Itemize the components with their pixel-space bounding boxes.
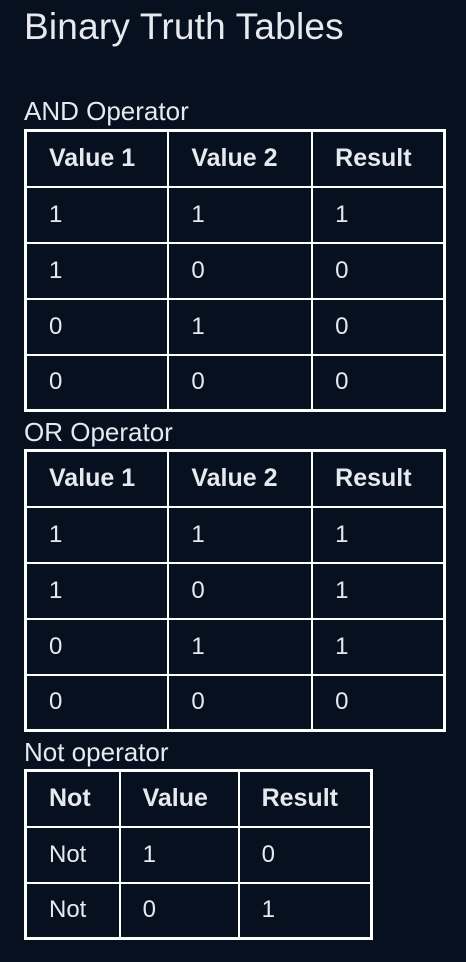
or-truth-table: Value 1 Value 2 Result 1 1 1 1 0 1 0 1 1 — [24, 449, 446, 732]
table-cell: 0 — [24, 353, 170, 412]
column-header: Value 1 — [24, 449, 170, 508]
table-row: 1 0 0 — [24, 241, 446, 300]
not-truth-table: Not Value Result Not 1 0 Not 0 1 — [24, 769, 373, 940]
table-row: 0 0 0 — [24, 353, 446, 412]
table-cell: 0 — [167, 241, 314, 300]
page-title: Binary Truth Tables — [24, 6, 344, 47]
page: Binary Truth Tables AND Operator Value 1… — [0, 0, 466, 962]
table-row: 1 1 1 — [24, 505, 446, 564]
table-header-row: Value 1 Value 2 Result — [24, 129, 446, 188]
table-cell: 1 — [167, 505, 314, 564]
table-cell: 0 — [24, 673, 170, 732]
table-cell: 1 — [118, 825, 240, 884]
and-truth-table: Value 1 Value 2 Result 1 1 1 1 0 0 0 1 0 — [24, 129, 446, 412]
column-header: Value 2 — [167, 129, 314, 188]
table-row: Not 0 1 — [24, 881, 373, 940]
column-header: Result — [311, 129, 446, 188]
column-header: Value 2 — [167, 449, 314, 508]
table-cell: 0 — [167, 561, 314, 620]
table-row: 0 0 0 — [24, 673, 446, 732]
table-row: 1 0 1 — [24, 561, 446, 620]
table-cell: 0 — [311, 297, 446, 356]
table-cell: 1 — [167, 297, 314, 356]
table-cell: 0 — [167, 673, 314, 732]
column-header: Result — [311, 449, 446, 508]
table-cell: 1 — [167, 617, 314, 676]
table-header-row: Value 1 Value 2 Result — [24, 449, 446, 508]
table-cell: 1 — [311, 561, 446, 620]
table-cell: 1 — [24, 505, 170, 564]
table-cell: 0 — [167, 353, 314, 412]
column-header: Not — [24, 769, 121, 828]
column-header: Result — [237, 769, 373, 828]
table-cell: 1 — [167, 185, 314, 244]
table-cell: 0 — [311, 241, 446, 300]
table-cell: 1 — [24, 185, 170, 244]
table-cell: 1 — [237, 881, 373, 940]
column-header: Value 1 — [24, 129, 170, 188]
table-cell: 0 — [311, 673, 446, 732]
table-row: 0 1 0 — [24, 297, 446, 356]
table-cell: 1 — [311, 505, 446, 564]
not-table-caption: Not operator — [24, 737, 169, 767]
table-row: 1 1 1 — [24, 185, 446, 244]
table-cell: Not — [24, 825, 121, 884]
table-cell: 0 — [237, 825, 373, 884]
table-cell: 0 — [24, 297, 170, 356]
table-cell: 1 — [311, 185, 446, 244]
table-cell: 1 — [24, 241, 170, 300]
table-cell: 0 — [24, 617, 170, 676]
table-cell: 1 — [311, 617, 446, 676]
and-table-caption: AND Operator — [24, 96, 189, 126]
table-header-row: Not Value Result — [24, 769, 373, 828]
table-cell: 0 — [118, 881, 240, 940]
table-cell: 0 — [311, 353, 446, 412]
or-table-caption: OR Operator — [24, 417, 173, 447]
table-row: 0 1 1 — [24, 617, 446, 676]
table-row: Not 1 0 — [24, 825, 373, 884]
table-cell: Not — [24, 881, 121, 940]
table-cell: 1 — [24, 561, 170, 620]
column-header: Value — [118, 769, 240, 828]
